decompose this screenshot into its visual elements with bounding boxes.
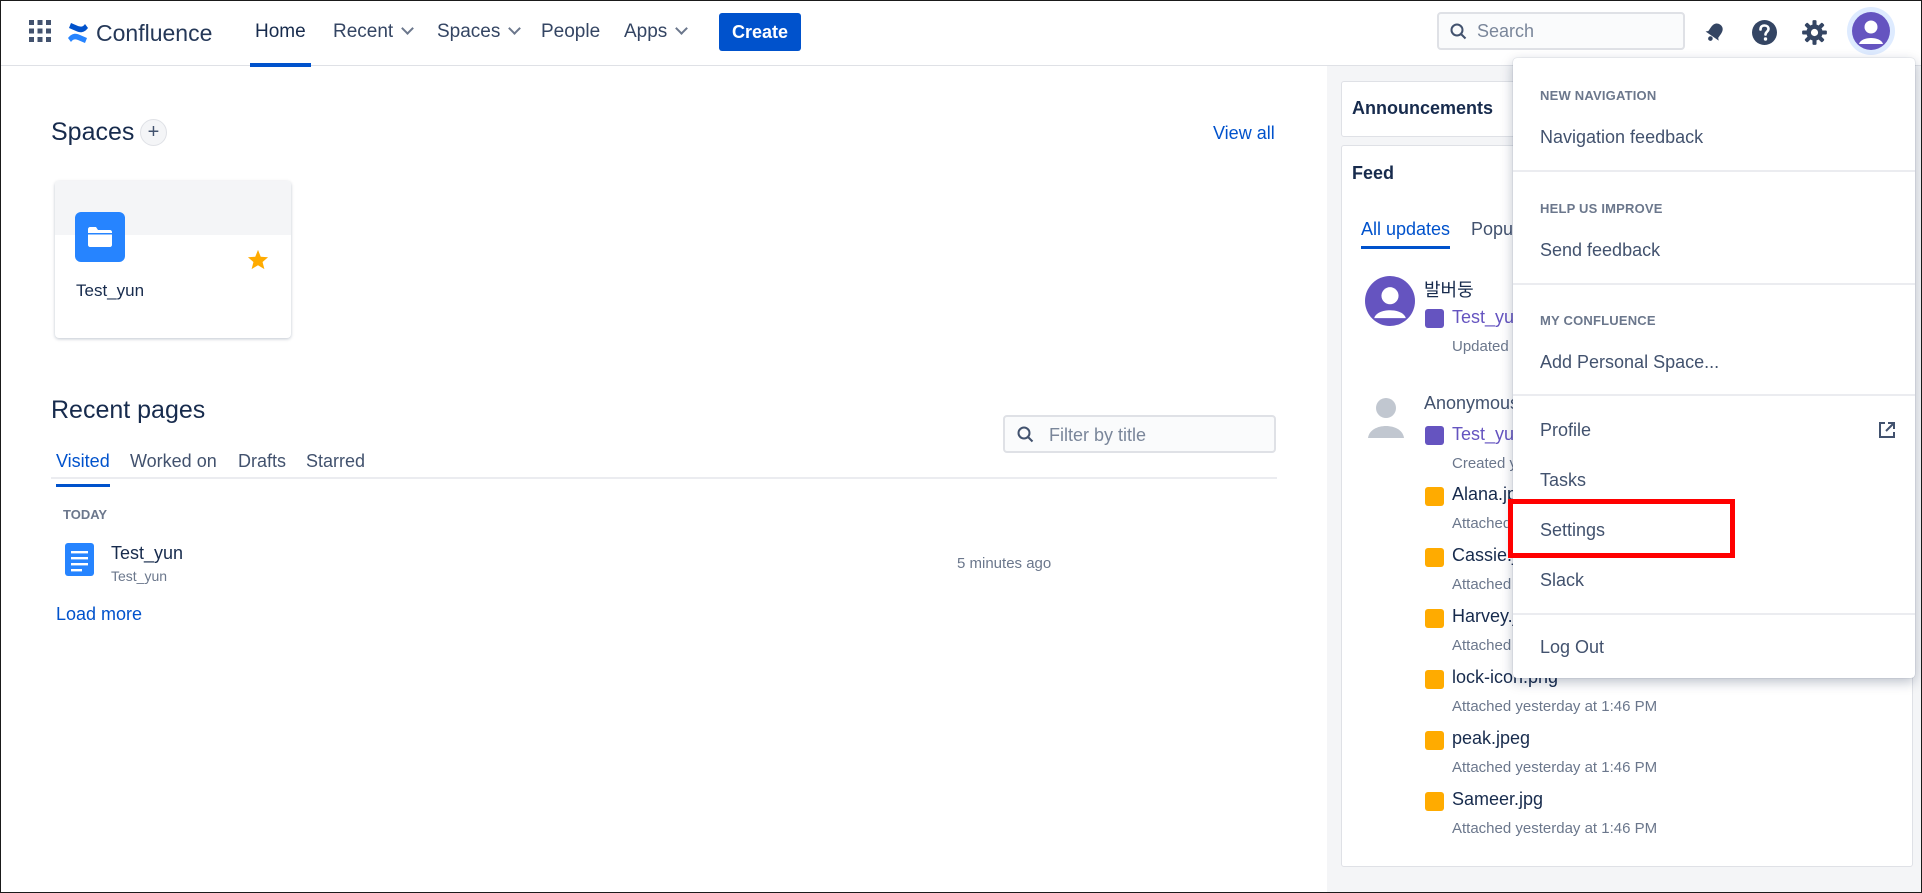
profile-dropdown-menu: NEW NAVIGATION Navigation feedback HELP …: [1513, 58, 1915, 678]
group-label-today: TODAY: [63, 507, 108, 522]
avatar: [1852, 12, 1890, 50]
page-space: Test_yun: [111, 568, 168, 584]
feed-user: Anonymous: [1424, 393, 1520, 413]
tab-popular[interactable]: Popul: [1471, 219, 1517, 240]
space-name: Test_yun: [76, 281, 145, 300]
external-link-icon: [1879, 422, 1895, 438]
nav-apps-label: Apps: [624, 21, 668, 42]
spaces-heading: Spaces: [51, 118, 135, 146]
menu-item-log-out[interactable]: Log Out: [1540, 637, 1604, 658]
notification-icon[interactable]: [1703, 20, 1727, 44]
menu-item-send-feedback[interactable]: Send feedback: [1540, 240, 1660, 261]
attachment-link[interactable]: Sameer.jpg: [1452, 789, 1543, 810]
search-icon: [1450, 23, 1467, 40]
filter-by-title-input[interactable]: [1047, 424, 1271, 447]
tabs-divider: [51, 477, 1277, 479]
menu-divider: [1513, 283, 1915, 285]
search-box[interactable]: [1437, 12, 1685, 50]
menu-divider: [1513, 613, 1915, 615]
feed-user[interactable]: 발버둥: [1424, 276, 1474, 302]
nav-spaces[interactable]: Spaces: [437, 21, 522, 65]
attachment-meta: Attached yesterday at 1:46 PM: [1452, 698, 1658, 715]
section-header-new-navigation: NEW NAVIGATION: [1540, 88, 1657, 103]
profile-avatar-button[interactable]: [1847, 7, 1895, 55]
nav-home-label: Home: [255, 21, 306, 42]
nav-recent[interactable]: Recent: [333, 21, 415, 65]
image-icon: [1425, 609, 1444, 628]
page-icon: [65, 543, 94, 576]
avatar[interactable]: [1365, 276, 1415, 326]
chevron-down-icon: [401, 22, 415, 35]
gear-icon[interactable]: [1801, 19, 1828, 46]
attachment-meta: Attached yesterday at 1:46 PM: [1452, 759, 1658, 776]
chevron-down-icon: [508, 22, 522, 35]
app-switcher-icon[interactable]: [29, 20, 51, 42]
menu-item-slack[interactable]: Slack: [1540, 570, 1584, 591]
star-icon[interactable]: [247, 249, 269, 270]
feed-meta: Updated y: [1452, 338, 1521, 355]
image-icon: [1425, 670, 1444, 689]
image-icon: [1425, 792, 1444, 811]
menu-divider: [1513, 394, 1915, 396]
attachment-meta: Attached: [1452, 576, 1512, 593]
page-time: 5 minutes ago: [957, 555, 1052, 572]
page-title: Test_yun: [111, 543, 184, 563]
load-more-link[interactable]: Load more: [56, 604, 142, 625]
menu-item-add-personal-space[interactable]: Add Personal Space...: [1540, 352, 1719, 373]
page-icon: [1425, 426, 1444, 445]
tab-all-updates[interactable]: All updates: [1361, 219, 1451, 249]
filter-box[interactable]: [1003, 415, 1276, 453]
add-space-button[interactable]: +: [140, 119, 167, 146]
chevron-down-icon: [675, 22, 689, 35]
create-button[interactable]: Create: [719, 13, 801, 51]
settings-highlight-box: [1508, 499, 1735, 558]
page-icon: [1425, 309, 1444, 328]
confluence-logo[interactable]: Confluence: [66, 18, 212, 48]
nav-people[interactable]: People: [541, 21, 600, 65]
announcements-heading: Announcements: [1352, 98, 1494, 118]
help-icon[interactable]: [1751, 19, 1778, 46]
attachment-meta: Attached: [1452, 515, 1512, 532]
search-icon: [1017, 426, 1034, 443]
menu-divider: [1513, 170, 1915, 172]
space-folder-icon: [75, 212, 125, 262]
menu-item-tasks[interactable]: Tasks: [1540, 470, 1586, 491]
nav-recent-label: Recent: [333, 21, 394, 42]
top-navigation: Confluence Home Recent Spaces People App…: [1, 1, 1921, 67]
anonymous-avatar-icon: [1368, 398, 1404, 438]
view-all-spaces-link[interactable]: View all: [1213, 123, 1275, 144]
brand-name: Confluence: [96, 19, 213, 46]
image-icon: [1425, 487, 1444, 506]
nav-people-label: People: [541, 21, 601, 42]
image-icon: [1425, 548, 1444, 567]
image-icon: [1425, 731, 1444, 750]
search-input[interactable]: [1475, 20, 1679, 43]
nav-apps[interactable]: Apps: [624, 21, 689, 65]
attachment-meta: Attached yesterday at 1:46 PM: [1452, 820, 1658, 837]
menu-item-profile[interactable]: Profile: [1540, 420, 1591, 441]
recent-page-row[interactable]: Test_yun Test_yun 5 minutes ago: [55, 538, 1055, 588]
feed-meta: Created y: [1452, 455, 1518, 472]
recent-pages-heading: Recent pages: [51, 396, 206, 424]
space-card[interactable]: Test_yun: [55, 181, 291, 338]
section-header-help-us-improve: HELP US IMPROVE: [1540, 201, 1663, 216]
nav-spaces-label: Spaces: [437, 21, 501, 42]
attachment-meta: Attached: [1452, 637, 1512, 654]
confluence-logo-icon: [68, 23, 88, 43]
feed-heading: Feed: [1352, 163, 1395, 183]
plus-icon: +: [147, 121, 160, 143]
menu-item-navigation-feedback[interactable]: Navigation feedback: [1540, 127, 1703, 148]
section-header-my-confluence: MY CONFLUENCE: [1540, 313, 1656, 328]
attachment-link[interactable]: peak.jpeg: [1452, 728, 1530, 749]
nav-home[interactable]: Home: [250, 21, 311, 67]
